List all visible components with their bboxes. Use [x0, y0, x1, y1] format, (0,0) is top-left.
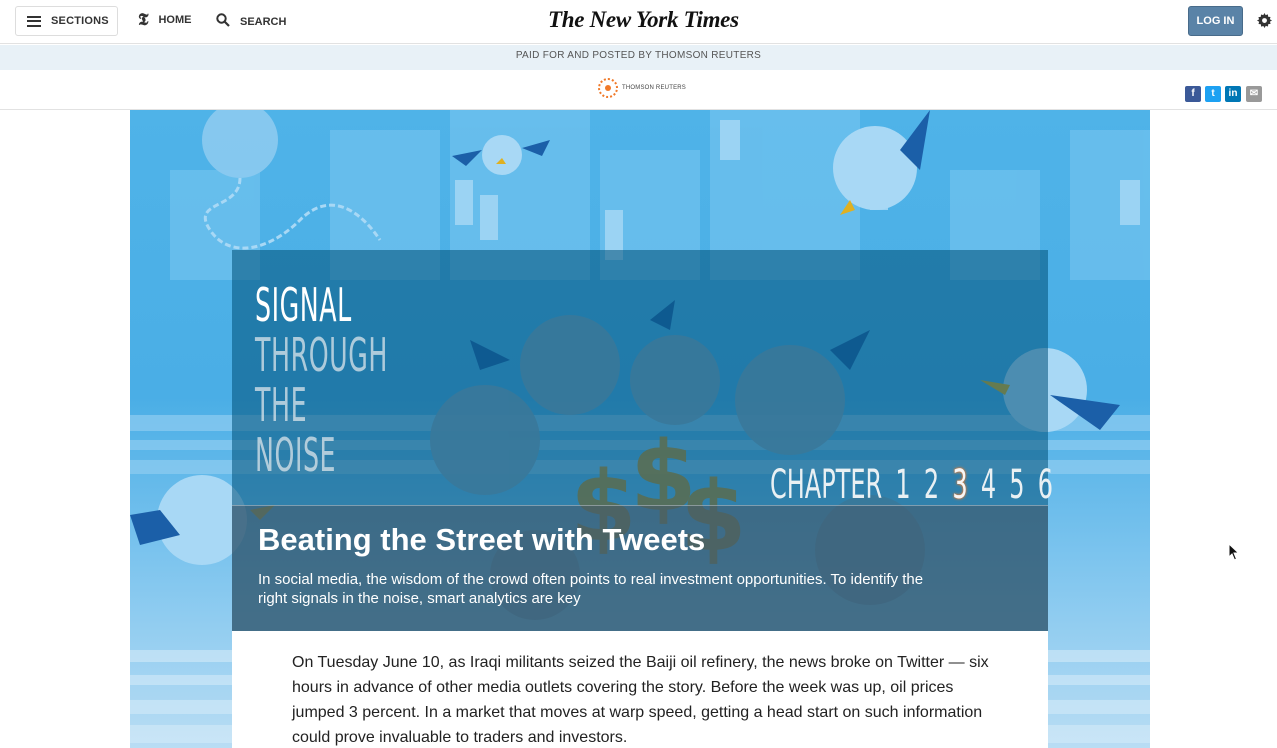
thomson-reuters-icon — [598, 78, 618, 98]
series-title-line: NOISE — [255, 428, 337, 482]
top-navigation: SECTIONS 𝕿 HOME SEARCH The New York Time… — [0, 0, 1277, 44]
chapter-link-3-active[interactable]: 3 — [952, 462, 967, 508]
email-share-icon[interactable]: ✉ — [1246, 86, 1262, 102]
article-paragraph: On Tuesday June 10, as Iraqi militants s… — [292, 654, 989, 746]
hamburger-icon — [27, 15, 41, 27]
search-link[interactable]: SEARCH — [216, 13, 286, 30]
chapter-link-1[interactable]: 1 — [895, 462, 910, 508]
linkedin-share-icon[interactable]: in — [1225, 86, 1241, 102]
article-headline: Beating the Street with Tweets — [258, 522, 706, 557]
thomson-reuters-logo[interactable]: THOMSON REUTERS — [598, 78, 686, 98]
facebook-share-icon[interactable]: f — [1185, 86, 1201, 102]
article-dek: In social media, the wisdom of the crowd… — [258, 571, 924, 607]
sections-label: SECTIONS — [51, 15, 109, 27]
sponsor-logo-text: THOMSON REUTERS — [622, 85, 687, 91]
series-title-line: THROUGH — [255, 328, 388, 382]
home-link[interactable]: 𝕿 HOME — [138, 10, 192, 29]
series-title-line: THE — [255, 378, 308, 432]
sections-button[interactable]: SECTIONS — [15, 6, 118, 36]
search-label: SEARCH — [240, 15, 287, 28]
paid-post-notice: PAID FOR AND POSTED BY THOMSON REUTERS — [0, 45, 1277, 70]
series-title: SIGNAL THROUGH THE NOISE — [255, 280, 388, 480]
chapter-link-4[interactable]: 4 — [981, 462, 996, 508]
sponsor-row: THOMSON REUTERS f t in ✉ — [0, 70, 1277, 110]
nyt-t-icon: 𝕿 — [138, 10, 149, 29]
chapter-link-2[interactable]: 2 — [924, 462, 939, 508]
series-title-line: SIGNAL — [255, 278, 352, 332]
gear-icon[interactable] — [1257, 13, 1272, 28]
chapter-link-6[interactable]: 6 — [1038, 462, 1053, 508]
mouse-cursor-icon — [1228, 542, 1240, 561]
home-label: HOME — [158, 14, 192, 26]
chapter-label: CHAPTER — [770, 462, 883, 508]
twitter-share-icon[interactable]: t — [1205, 86, 1221, 102]
chapter-navigation: CHAPTER 1 2 3 4 5 6 — [770, 462, 1066, 508]
chapter-link-5[interactable]: 5 — [1009, 462, 1024, 508]
nyt-logo[interactable]: The New York Times — [548, 7, 739, 33]
login-button[interactable]: LOG IN — [1188, 6, 1243, 36]
search-icon — [216, 13, 230, 30]
